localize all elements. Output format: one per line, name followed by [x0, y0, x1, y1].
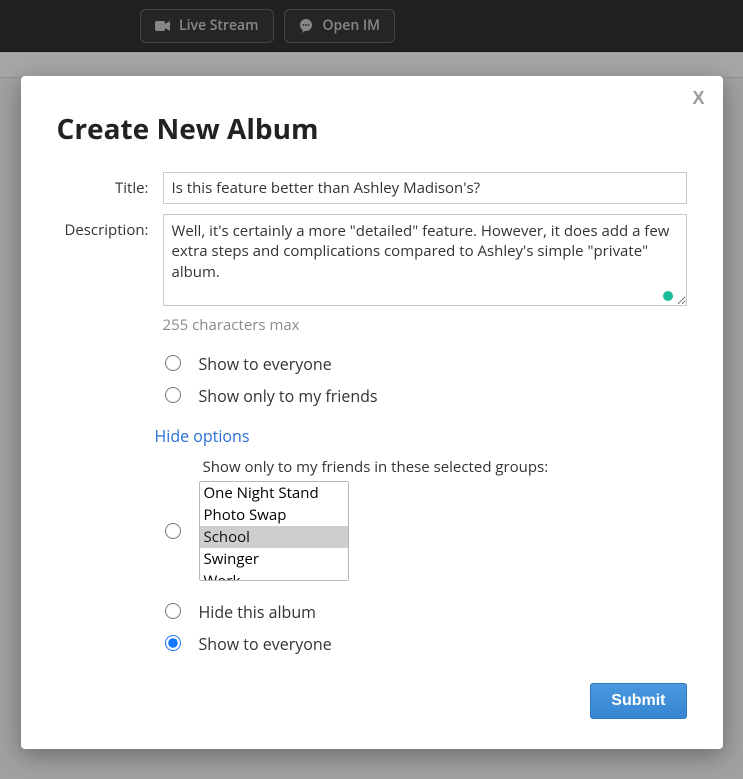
- title-input[interactable]: [163, 172, 687, 204]
- radio-groups[interactable]: [165, 523, 181, 539]
- description-hint: 255 characters max: [163, 315, 687, 335]
- option-label: Show to everyone: [199, 633, 332, 655]
- close-button[interactable]: X: [692, 88, 704, 109]
- submit-button[interactable]: Submit: [590, 683, 686, 719]
- create-album-modal: X Create New Album Title: Description: 2…: [21, 76, 723, 749]
- hide-options-link[interactable]: Hide options: [155, 425, 250, 447]
- groups-option[interactable]: Swinger: [200, 548, 348, 570]
- description-textarea[interactable]: [163, 214, 687, 306]
- option-hide-album[interactable]: Hide this album: [163, 601, 687, 623]
- modal-overlay: X Create New Album Title: Description: 2…: [0, 0, 743, 779]
- radio-hide-album[interactable]: [165, 603, 181, 619]
- visibility-options: Show to everyone Show only to my friends…: [163, 353, 687, 655]
- modal-heading: Create New Album: [57, 110, 687, 148]
- option-show-everyone-1[interactable]: Show to everyone: [163, 353, 687, 375]
- groups-select[interactable]: One Night StandPhoto SwapSchoolSwingerWo…: [199, 481, 349, 581]
- title-label: Title:: [57, 172, 163, 198]
- groups-caption: Show only to my friends in these selecte…: [203, 457, 687, 477]
- description-label: Description:: [57, 214, 163, 240]
- groups-block: Show only to my friends in these selecte…: [163, 457, 687, 581]
- option-show-friends[interactable]: Show only to my friends: [163, 385, 687, 407]
- option-label: Show to everyone: [199, 353, 332, 375]
- groups-option[interactable]: Photo Swap: [200, 504, 348, 526]
- title-row: Title:: [57, 172, 687, 204]
- option-show-everyone-2[interactable]: Show to everyone: [163, 633, 687, 655]
- option-label: Show only to my friends: [199, 385, 378, 407]
- option-label: Hide this album: [199, 601, 316, 623]
- radio-show-everyone-1[interactable]: [165, 355, 181, 371]
- description-row: Description: 255 characters max: [57, 214, 687, 335]
- groups-option[interactable]: One Night Stand: [200, 482, 348, 504]
- groups-option[interactable]: Work: [200, 570, 348, 581]
- radio-show-everyone-2[interactable]: [165, 635, 181, 651]
- groups-option[interactable]: School: [200, 526, 348, 548]
- modal-actions: Submit: [57, 683, 687, 719]
- radio-show-friends[interactable]: [165, 387, 181, 403]
